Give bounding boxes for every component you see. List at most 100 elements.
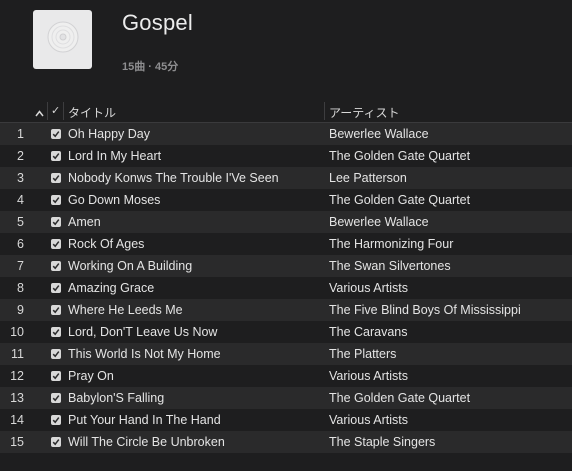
checkmark-icon: [52, 417, 60, 424]
checkmark-icon: [52, 329, 60, 336]
playlist-title: Gospel: [122, 10, 193, 35]
track-enabled-checkbox[interactable]: [51, 239, 61, 249]
track-title: This World Is Not My Home: [68, 347, 221, 361]
check-column-header[interactable]: ✓: [51, 104, 60, 117]
track-number: 3: [17, 171, 24, 185]
track-artist: The Five Blind Boys Of Mississippi: [329, 303, 521, 317]
table-row[interactable]: 8 Amazing Grace Various Artists: [0, 277, 572, 299]
track-artist: The Caravans: [329, 325, 408, 339]
checkmark-icon: [52, 219, 60, 226]
table-row[interactable]: 10 Lord, Don'T Leave Us Now The Caravans: [0, 321, 572, 343]
checkmark-icon: [52, 175, 60, 182]
track-enabled-checkbox[interactable]: [51, 393, 61, 403]
table-row[interactable]: 6 Rock Of Ages The Harmonizing Four: [0, 233, 572, 255]
track-title: Lord, Don'T Leave Us Now: [68, 325, 218, 339]
track-enabled-checkbox[interactable]: [51, 371, 61, 381]
track-list: 1 Oh Happy Day Bewerlee Wallace 2 Lord In My…: [0, 123, 572, 453]
track-title: Go Down Moses: [68, 193, 161, 207]
track-number: 11: [11, 347, 24, 361]
checkmark-icon: [52, 373, 60, 380]
track-artist: Various Artists: [329, 413, 408, 427]
track-enabled-checkbox[interactable]: [51, 129, 61, 139]
table-row[interactable]: 14 Put Your Hand In The Hand Various Artis…: [0, 409, 572, 431]
track-artist: The Golden Gate Quartet: [329, 149, 471, 163]
track-number: 13: [10, 391, 24, 405]
track-enabled-checkbox[interactable]: [51, 305, 61, 315]
table-row[interactable]: 15 Will The Circle Be Unbroken The Staple …: [0, 431, 572, 453]
checkmark-icon: [52, 439, 60, 446]
table-row[interactable]: 2 Lord In My Heart The Golden Gate Quartet: [0, 145, 572, 167]
track-artist: Various Artists: [329, 281, 408, 295]
column-separator: [63, 102, 64, 120]
track-artist: Bewerlee Wallace: [329, 127, 429, 141]
track-title: Pray On: [68, 369, 114, 383]
track-title: Put Your Hand In The Hand: [68, 413, 221, 427]
table-row[interactable]: 11 This World Is Not My Home The Platters: [0, 343, 572, 365]
track-number: 7: [17, 259, 24, 273]
table-row[interactable]: 7 Working On A Building The Swan Silverton…: [0, 255, 572, 277]
track-number: 9: [17, 303, 24, 317]
checkmark-icon: [52, 263, 60, 270]
table-row[interactable]: 4 Go Down Moses The Golden Gate Quartet: [0, 189, 572, 211]
track-title: Rock Of Ages: [68, 237, 145, 251]
track-enabled-checkbox[interactable]: [51, 151, 61, 161]
playlist-artwork[interactable]: [33, 10, 92, 69]
track-title: Babylon'S Falling: [68, 391, 165, 405]
artist-column-header[interactable]: アーティスト: [329, 104, 400, 121]
track-title: Amen: [68, 215, 101, 229]
column-separator: [47, 102, 48, 120]
track-artist: Bewerlee Wallace: [329, 215, 429, 229]
table-row[interactable]: 3 Nobody Konws The Trouble I'Ve Seen Lee P…: [0, 167, 572, 189]
track-artist: The Golden Gate Quartet: [329, 193, 471, 207]
track-number: 1: [17, 127, 24, 141]
track-table: ✓ タイトル アーティスト 1 Oh Happy Day Bewerlee Wall…: [0, 100, 572, 453]
track-enabled-checkbox[interactable]: [51, 349, 61, 359]
checkmark-icon: [52, 197, 60, 204]
track-number: 4: [17, 193, 24, 207]
table-row[interactable]: 9 Where He Leeds Me The Five Blind Boys Of…: [0, 299, 572, 321]
checkmark-icon: [52, 307, 60, 314]
checkmark-icon: [52, 153, 60, 160]
table-row[interactable]: 5 Amen Bewerlee Wallace: [0, 211, 572, 233]
track-number: 2: [17, 149, 24, 163]
track-title: Lord In My Heart: [68, 149, 162, 163]
track-enabled-checkbox[interactable]: [51, 437, 61, 447]
track-artist: The Swan Silvertones: [329, 259, 451, 273]
checkmark-icon: [52, 351, 60, 358]
track-number: 8: [17, 281, 24, 295]
playlist-header: Gospel 15曲 · 45分: [0, 0, 572, 100]
track-artist: The Harmonizing Four: [329, 237, 454, 251]
playlist-meta: 15曲 · 45分: [122, 61, 179, 73]
track-enabled-checkbox[interactable]: [51, 415, 61, 425]
track-title: Amazing Grace: [68, 281, 155, 295]
table-row[interactable]: 13 Babylon'S Falling The Golden Gate Quart…: [0, 387, 572, 409]
table-header: ✓ タイトル アーティスト: [0, 100, 572, 123]
track-number: 15: [10, 435, 24, 449]
table-row[interactable]: 1 Oh Happy Day Bewerlee Wallace: [0, 123, 572, 145]
track-artist: The Golden Gate Quartet: [329, 391, 471, 405]
track-number: 6: [17, 237, 24, 251]
track-number: 12: [10, 369, 24, 383]
checkmark-icon: [52, 131, 60, 138]
track-enabled-checkbox[interactable]: [51, 261, 61, 271]
track-artist: Various Artists: [329, 369, 408, 383]
track-title: Oh Happy Day: [68, 127, 150, 141]
track-enabled-checkbox[interactable]: [51, 327, 61, 337]
track-enabled-checkbox[interactable]: [51, 283, 61, 293]
track-enabled-checkbox[interactable]: [51, 195, 61, 205]
track-title: Working On A Building: [68, 259, 193, 273]
table-row[interactable]: 12 Pray On Various Artists: [0, 365, 572, 387]
track-artist: The Platters: [329, 347, 397, 361]
title-column-header[interactable]: タイトル: [68, 104, 116, 121]
checkmark-icon: [52, 241, 60, 248]
sort-ascending-icon[interactable]: [35, 106, 44, 120]
track-title: Where He Leeds Me: [68, 303, 183, 317]
track-enabled-checkbox[interactable]: [51, 173, 61, 183]
track-artist: Lee Patterson: [329, 171, 407, 185]
track-number: 10: [10, 325, 24, 339]
track-enabled-checkbox[interactable]: [51, 217, 61, 227]
disc-icon: [46, 20, 80, 59]
track-number: 14: [10, 413, 24, 427]
track-title: Nobody Konws The Trouble I'Ve Seen: [68, 171, 279, 185]
track-artist: The Staple Singers: [329, 435, 436, 449]
